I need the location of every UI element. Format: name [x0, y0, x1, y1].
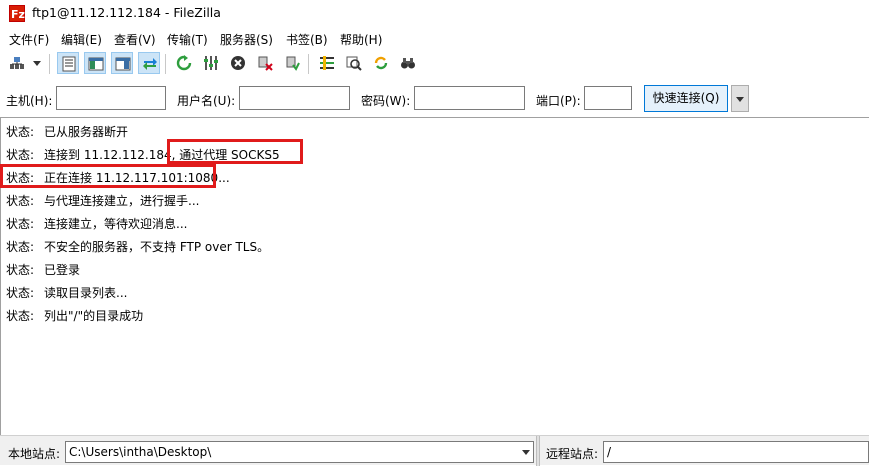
menu-edit[interactable]: 编辑(E) — [61, 31, 102, 48]
disconnect-icon[interactable] — [254, 52, 276, 74]
toggle-remote-tree-icon[interactable] — [111, 52, 133, 74]
log-status: 状态: — [6, 286, 35, 300]
pane-splitter[interactable] — [536, 436, 540, 466]
menu-view[interactable]: 查看(V) — [114, 31, 156, 48]
highlight-connecting-box — [0, 164, 216, 188]
message-log[interactable]: 状态: 已从服务器断开 状态: 连接到 11.12.112.184, 通过代理 … — [0, 117, 869, 435]
local-site-path[interactable]: C:\Users\intha\Desktop\ — [65, 441, 534, 463]
password-input[interactable] — [414, 86, 525, 110]
toggle-transfer-queue-icon[interactable] — [138, 52, 160, 74]
quickconnect-dropdown-icon[interactable] — [731, 85, 749, 112]
toggle-local-tree-icon[interactable] — [84, 52, 106, 74]
log-status: 状态: — [6, 125, 35, 139]
username-input[interactable] — [239, 86, 350, 110]
sync-browsing-icon[interactable] — [370, 52, 392, 74]
password-label: 密码(W): — [361, 94, 411, 108]
svg-text:Fz: Fz — [11, 8, 25, 21]
compare-directories-icon[interactable] — [343, 52, 365, 74]
log-status: 状态: — [6, 217, 35, 231]
host-input[interactable] — [56, 86, 166, 110]
toolbar-separator — [49, 54, 50, 74]
process-queue-icon[interactable] — [200, 52, 222, 74]
remote-site-path[interactable]: / — [603, 441, 869, 463]
log-status: 状态: — [6, 148, 35, 162]
toolbar-separator — [308, 54, 309, 74]
local-site-dropdown-icon[interactable] — [518, 441, 534, 463]
log-message: 与代理连接建立，进行握手... — [44, 194, 200, 208]
port-label: 端口(P): — [536, 94, 581, 108]
port-input[interactable] — [584, 86, 632, 110]
menu-help[interactable]: 帮助(H) — [340, 31, 382, 48]
log-message: 已登录 — [44, 263, 81, 277]
cancel-operation-icon[interactable] — [227, 52, 249, 74]
menu-file[interactable]: 文件(F) — [9, 31, 49, 48]
host-label: 主机(H): — [6, 94, 53, 108]
site-manager-icon[interactable] — [6, 52, 28, 74]
log-status: 状态: — [6, 240, 35, 254]
directory-filters-icon[interactable] — [316, 52, 338, 74]
toolbar — [0, 48, 869, 80]
log-message: 连接建立，等待欢迎消息... — [44, 217, 188, 231]
reconnect-icon[interactable] — [281, 52, 303, 74]
title-bar: Fz ftp1@11.12.112.184 - FileZilla — [0, 0, 869, 28]
log-message: 读取目录列表... — [44, 286, 128, 300]
menu-bar: 文件(F) 编辑(E) 查看(V) 传输(T) 服务器(S) 书签(B) 帮助(… — [0, 28, 869, 48]
log-message: 已从服务器断开 — [44, 125, 129, 139]
remote-site-label: 远程站点: — [546, 447, 599, 461]
filezilla-logo-icon: Fz — [9, 5, 25, 22]
menu-bookmarks[interactable]: 书签(B) — [286, 31, 328, 48]
quickconnect-bar: 主机(H): 用户名(U): 密码(W): 端口(P): 快速连接(Q) — [0, 80, 869, 116]
log-status: 状态: — [6, 309, 35, 323]
dropdown-arrow-icon[interactable] — [28, 52, 42, 74]
local-site-label: 本地站点: — [8, 447, 61, 461]
search-files-icon[interactable] — [397, 52, 419, 74]
toolbar-separator — [165, 54, 166, 74]
highlight-proxy-box — [167, 139, 303, 164]
toggle-message-log-icon[interactable] — [57, 52, 79, 74]
refresh-icon[interactable] — [173, 52, 195, 74]
window-title: ftp1@11.12.112.184 - FileZilla — [32, 5, 221, 20]
log-status: 状态: — [6, 263, 35, 277]
username-label: 用户名(U): — [177, 94, 236, 108]
log-status: 状态: — [6, 194, 35, 208]
log-message: 列出"/"的目录成功 — [44, 309, 144, 323]
menu-server[interactable]: 服务器(S) — [220, 31, 273, 48]
quickconnect-button[interactable]: 快速连接(Q) — [644, 85, 728, 112]
site-path-bar: 本地站点: C:\Users\intha\Desktop\ 远程站点: / — [0, 435, 869, 466]
menu-transfer[interactable]: 传输(T) — [167, 31, 208, 48]
log-message: 不安全的服务器，不支持 FTP over TLS。 — [44, 240, 270, 254]
